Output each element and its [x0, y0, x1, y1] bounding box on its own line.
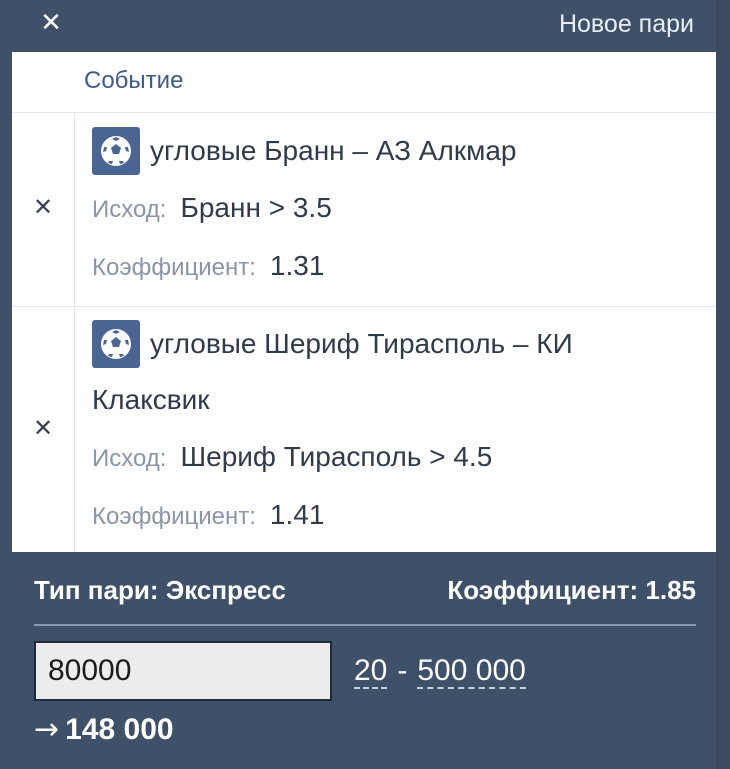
total-coefficient: Коэффициент: 1.85 — [447, 575, 696, 605]
stake-input[interactable] — [34, 641, 332, 701]
event-name: угловые Шериф Тирасполь – КИ — [150, 328, 573, 359]
max-stake-link[interactable]: 500 000 — [417, 654, 526, 689]
close-icon[interactable]: ✕ — [36, 6, 66, 40]
divider — [34, 624, 696, 626]
coefficient-label: Коэффициент: — [92, 254, 256, 281]
bets-panel: Событие ✕ угловые Бранн – АЗ Алкмар Исхо… — [12, 52, 716, 552]
outcome-value: Бранн > 3.5 — [180, 192, 332, 223]
coefficient-label: Коэффициент: — [92, 503, 256, 530]
outcome-row: Исход: Бранн > 3.5 — [92, 191, 332, 227]
outcome-label: Исход: — [92, 196, 167, 223]
header-title: Новое пари — [558, 10, 694, 38]
soccer-ball-icon — [92, 320, 140, 368]
coefficient-row: Коэффициент: 1.31 — [92, 249, 324, 285]
limit-separator: - — [397, 654, 408, 687]
outcome-row: Исход: Шериф Тирасполь > 4.5 — [92, 440, 492, 476]
column-event-label: Событие — [84, 67, 184, 94]
bet-item: ✕ угловые Бранн – АЗ Алкмар Исход: Бранн … — [12, 113, 716, 307]
coefficient-value: 1.41 — [269, 499, 325, 530]
table-header: Событие — [12, 52, 716, 113]
bet-type: Тип пари: Экспресс — [34, 575, 286, 605]
min-stake-link[interactable]: 20 — [354, 654, 388, 689]
close-icon[interactable]: ✕ — [12, 193, 74, 221]
payout-value: 148 000 — [65, 713, 174, 746]
outcome-value: Шериф Тирасполь > 4.5 — [180, 441, 493, 472]
close-icon[interactable]: ✕ — [12, 414, 74, 442]
bet-item: ✕ угловые Шериф Тирасполь – КИ Клаксвик … — [12, 306, 716, 552]
event-name: угловые Бранн – АЗ Алкмар — [150, 135, 517, 166]
coefficient-value: 1.31 — [269, 250, 325, 281]
coefficient-row: Коэффициент: 1.41 — [92, 498, 324, 534]
outcome-label: Исход: — [92, 445, 167, 472]
scrollbar-track[interactable] — [716, 0, 730, 769]
potential-payout: → 148 000 — [34, 712, 174, 748]
stake-limits: 20-500 000 — [354, 653, 526, 689]
remove-bet-button[interactable]: ✕ — [12, 113, 75, 306]
bet-slip-header: ✕ Новое пари — [12, 0, 716, 52]
soccer-ball-icon — [92, 127, 140, 175]
event-name-continued: Клаксвик — [92, 384, 210, 415]
remove-bet-button[interactable]: ✕ — [12, 306, 75, 552]
arrow-right-icon: → — [34, 712, 60, 747]
